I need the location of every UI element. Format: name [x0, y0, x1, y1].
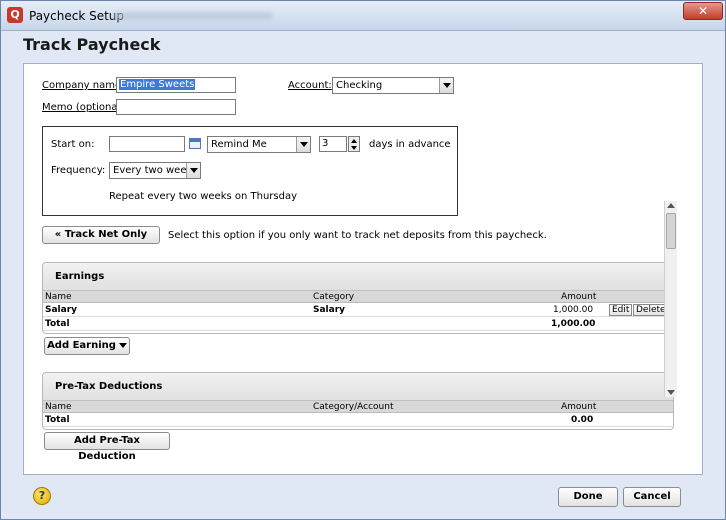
vertical-scrollbar[interactable]: [664, 201, 677, 397]
chevron-down-icon: [118, 342, 127, 348]
remind-select-value: Remind Me: [211, 139, 267, 150]
account-select[interactable]: Checking: [332, 77, 454, 94]
close-button[interactable]: ✕: [683, 2, 723, 20]
earning-name: Salary: [45, 305, 78, 315]
company-name-label: Company name:: [42, 80, 125, 91]
company-name-value: Empire Sweets: [119, 79, 196, 90]
scroll-thumb[interactable]: [666, 213, 676, 249]
earnings-total-row: Total 1,000.00: [43, 317, 673, 331]
earnings-total-amount: 1,000.00: [551, 319, 596, 329]
table-row[interactable]: Salary Salary 1,000.00 Edit Delete: [43, 303, 673, 317]
frequency-label: Frequency:: [51, 165, 106, 176]
remind-select[interactable]: Remind Me: [207, 136, 311, 153]
help-icon[interactable]: ?: [33, 487, 51, 505]
days-spinner-icon[interactable]: [348, 136, 360, 152]
pretax-column-header: Name Category/Account Amount: [43, 401, 673, 413]
start-on-label: Start on:: [51, 139, 95, 150]
schedule-box: Start on: Remind Me 3 days in advance Fr…: [42, 126, 458, 216]
title-blurred-text: [113, 12, 273, 20]
company-name-input[interactable]: Empire Sweets: [116, 77, 236, 93]
frequency-select-value: Every two weeks: [113, 165, 198, 176]
column-category: Category: [313, 292, 355, 302]
calendar-icon[interactable]: [189, 138, 201, 149]
account-select-value: Checking: [336, 80, 383, 91]
track-net-only-button[interactable]: « Track Net Only: [42, 226, 160, 244]
column-amount: Amount: [561, 292, 597, 302]
memo-label: Memo (optional):: [42, 102, 128, 113]
add-earning-label: Add Earning: [47, 340, 116, 351]
done-button[interactable]: Done: [558, 487, 618, 507]
start-date-input[interactable]: [109, 136, 185, 152]
pretax-total-label: Total: [45, 415, 70, 425]
memo-input[interactable]: [116, 99, 236, 115]
repeat-description: Repeat every two weeks on Thursday: [109, 191, 298, 202]
pretax-total-amount: 0.00: [571, 415, 594, 425]
quicken-app-icon: Q: [7, 7, 23, 23]
chevron-down-icon[interactable]: [296, 137, 310, 152]
paycheck-setup-window: Q Paycheck Setup ✕ Track Paycheck Compan…: [0, 0, 726, 520]
pretax-deductions-group: Pre-Tax Deductions Name Category/Account…: [42, 372, 674, 430]
window-title: Paycheck Setup: [29, 9, 125, 23]
days-in-advance-label: days in advance: [369, 139, 451, 150]
chevron-down-icon[interactable]: [186, 163, 200, 178]
column-name: Name: [45, 292, 72, 302]
column-category-account: Category/Account: [313, 402, 394, 412]
pretax-title: Pre-Tax Deductions: [43, 373, 673, 401]
column-name: Name: [45, 402, 72, 412]
chevron-down-icon[interactable]: [439, 78, 453, 93]
earning-amount: 1,000.00: [553, 305, 594, 315]
earnings-title: Earnings: [43, 263, 673, 291]
scroll-down-icon[interactable]: [667, 390, 675, 395]
title-bar[interactable]: Q Paycheck Setup ✕: [1, 1, 725, 31]
days-in-advance-input[interactable]: 3: [319, 136, 347, 152]
earnings-group: Earnings Name Category Amount Salary Sal…: [42, 262, 674, 334]
add-pretax-deduction-button[interactable]: Add Pre-Tax Deduction: [44, 432, 170, 462]
cancel-button[interactable]: Cancel: [623, 487, 681, 507]
add-earning-button[interactable]: Add Earning: [44, 337, 130, 355]
edit-earning-button[interactable]: Edit: [609, 304, 633, 316]
account-label: Account:: [288, 80, 332, 91]
earnings-column-header: Name Category Amount: [43, 291, 673, 303]
earnings-total-label: Total: [45, 319, 70, 329]
frequency-select[interactable]: Every two weeks: [109, 162, 201, 179]
earning-category: Salary: [313, 305, 346, 315]
track-net-description: Select this option if you only want to t…: [168, 230, 547, 241]
content-panel: Company name: Empire Sweets Account: Che…: [23, 63, 703, 475]
page-title: Track Paycheck: [23, 35, 161, 54]
column-amount: Amount: [561, 402, 597, 412]
scroll-up-icon[interactable]: [667, 203, 675, 208]
pretax-total-row: Total 0.00: [43, 413, 673, 427]
